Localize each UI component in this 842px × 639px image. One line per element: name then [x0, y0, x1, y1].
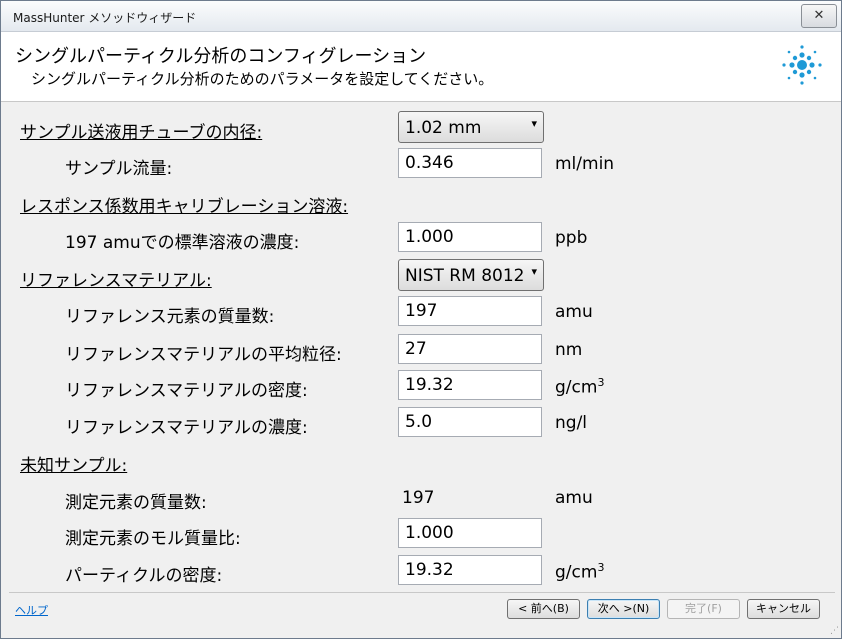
- ref-material-value: NIST RM 8012: [405, 266, 525, 286]
- sample-flow-unit: ml/min: [555, 154, 615, 174]
- wizard-window: MassHunter メソッドウィザード ✕ シングルパーティクル分析のコンフィ…: [0, 0, 842, 639]
- tube-diameter-select[interactable]: 1.02 mm ▾: [398, 111, 544, 143]
- std-conc-input[interactable]: [398, 222, 542, 252]
- ref-mass-input[interactable]: [398, 296, 542, 326]
- parameter-form: サンプル送液用チューブの内径: 1.02 mm ▾ サンプル流量: ml/min…: [9, 102, 835, 593]
- window-title: MassHunter メソッドウィザード: [13, 11, 197, 25]
- ref-density-input[interactable]: [398, 370, 542, 400]
- ref-conc-unit: ng/l: [555, 413, 588, 433]
- title-bar[interactable]: MassHunter メソッドウィザード ✕: [1, 1, 841, 32]
- tube-row: サンプル送液用チューブの内径: 1.02 mm ▾: [9, 111, 835, 146]
- ref-density-unit: g/cm3: [555, 376, 604, 398]
- molar-ratio-label: 測定元素のモル質量比:: [65, 529, 241, 549]
- std-conc-unit: ppb: [555, 228, 588, 248]
- molar-ratio-input[interactable]: [398, 518, 542, 548]
- std-conc-row: 197 amuでの標準溶液の濃度: ppb: [9, 222, 835, 256]
- ref-density-label: リファレンスマテリアルの密度:: [65, 381, 308, 401]
- wizard-header: シングルパーティクル分析のコンフィグレーション シングルパーティクル分析のための…: [1, 32, 841, 102]
- std-conc-label: 197 amuでの標準溶液の濃度:: [65, 233, 300, 253]
- molar-ratio-row: 測定元素のモル質量比:: [9, 518, 835, 552]
- help-link[interactable]: ヘルプ: [15, 602, 48, 618]
- tube-label: サンプル送液用チューブの内径:: [20, 123, 263, 143]
- ref-density-row: リファレンスマテリアルの密度: g/cm3: [9, 370, 835, 404]
- meas-mass-label: 測定元素の質量数:: [65, 493, 207, 513]
- ref-material-row: リファレンスマテリアル: NIST RM 8012 ▾: [9, 259, 835, 294]
- page-subtitle: シングルパーティクル分析のためのパラメータを設定してください。: [31, 70, 494, 88]
- particle-density-unit-exponent: 3: [597, 561, 605, 574]
- ref-density-unit-text: g/cm: [555, 377, 598, 398]
- particle-density-label: パーティクルの密度:: [65, 566, 223, 586]
- ref-conc-row: リファレンスマテリアルの濃度: ng/l: [9, 407, 835, 441]
- tube-diameter-value: 1.02 mm: [405, 118, 482, 138]
- particle-density-row: パーティクルの密度: g/cm3: [9, 555, 835, 589]
- particle-density-unit-text: g/cm: [555, 562, 598, 583]
- unknown-section-label: 未知サンプル:: [20, 456, 128, 476]
- ref-conc-label: リファレンスマテリアルの濃度:: [65, 418, 308, 438]
- meas-mass-unit: amu: [555, 488, 593, 508]
- cancel-button[interactable]: キャンセル: [747, 599, 820, 619]
- ref-size-unit: nm: [555, 340, 583, 360]
- particle-density-input[interactable]: [398, 555, 542, 585]
- agilent-spark-logo-icon: [782, 45, 822, 85]
- next-button[interactable]: 次へ >(N): [587, 599, 660, 619]
- ref-size-row: リファレンスマテリアルの平均粒径: nm: [9, 334, 835, 368]
- sample-flow-row: サンプル流量: ml/min: [9, 148, 835, 182]
- finish-button[interactable]: 完了(F): [667, 599, 740, 619]
- ref-density-unit-exponent: 3: [597, 376, 605, 389]
- response-section-row: レスポンス係数用キャリブレーション溶液:: [9, 186, 835, 220]
- ref-mass-unit: amu: [555, 302, 593, 322]
- sample-flow-input[interactable]: [398, 148, 542, 178]
- page-title: シングルパーティクル分析のコンフィグレーション: [15, 46, 427, 67]
- ref-mass-label: リファレンス元素の質量数:: [65, 307, 275, 327]
- chevron-down-icon: ▾: [531, 265, 537, 278]
- unknown-section-row: 未知サンプル:: [9, 445, 835, 479]
- ref-material-select[interactable]: NIST RM 8012 ▾: [398, 259, 544, 291]
- resize-grip-icon[interactable]: ⋰: [830, 626, 839, 636]
- back-button[interactable]: < 前へ(B): [507, 599, 580, 619]
- wizard-footer: ヘルプ < 前へ(B) 次へ >(N) 完了(F) キャンセル ⋰: [1, 593, 841, 638]
- chevron-down-icon: ▾: [531, 117, 537, 130]
- ref-size-label: リファレンスマテリアルの平均粒径:: [65, 345, 342, 365]
- ref-conc-input[interactable]: [398, 407, 542, 437]
- ref-mass-row: リファレンス元素の質量数: amu: [9, 296, 835, 330]
- meas-mass-value: 197: [402, 488, 435, 508]
- sample-flow-label: サンプル流量:: [65, 159, 173, 179]
- particle-density-unit: g/cm3: [555, 561, 604, 583]
- ref-size-input[interactable]: [398, 334, 542, 364]
- response-section-label: レスポンス係数用キャリブレーション溶液:: [20, 197, 349, 217]
- meas-mass-row: 測定元素の質量数: 197 amu: [9, 482, 835, 516]
- close-icon[interactable]: ✕: [801, 4, 837, 28]
- ref-material-label: リファレンスマテリアル:: [20, 271, 212, 291]
